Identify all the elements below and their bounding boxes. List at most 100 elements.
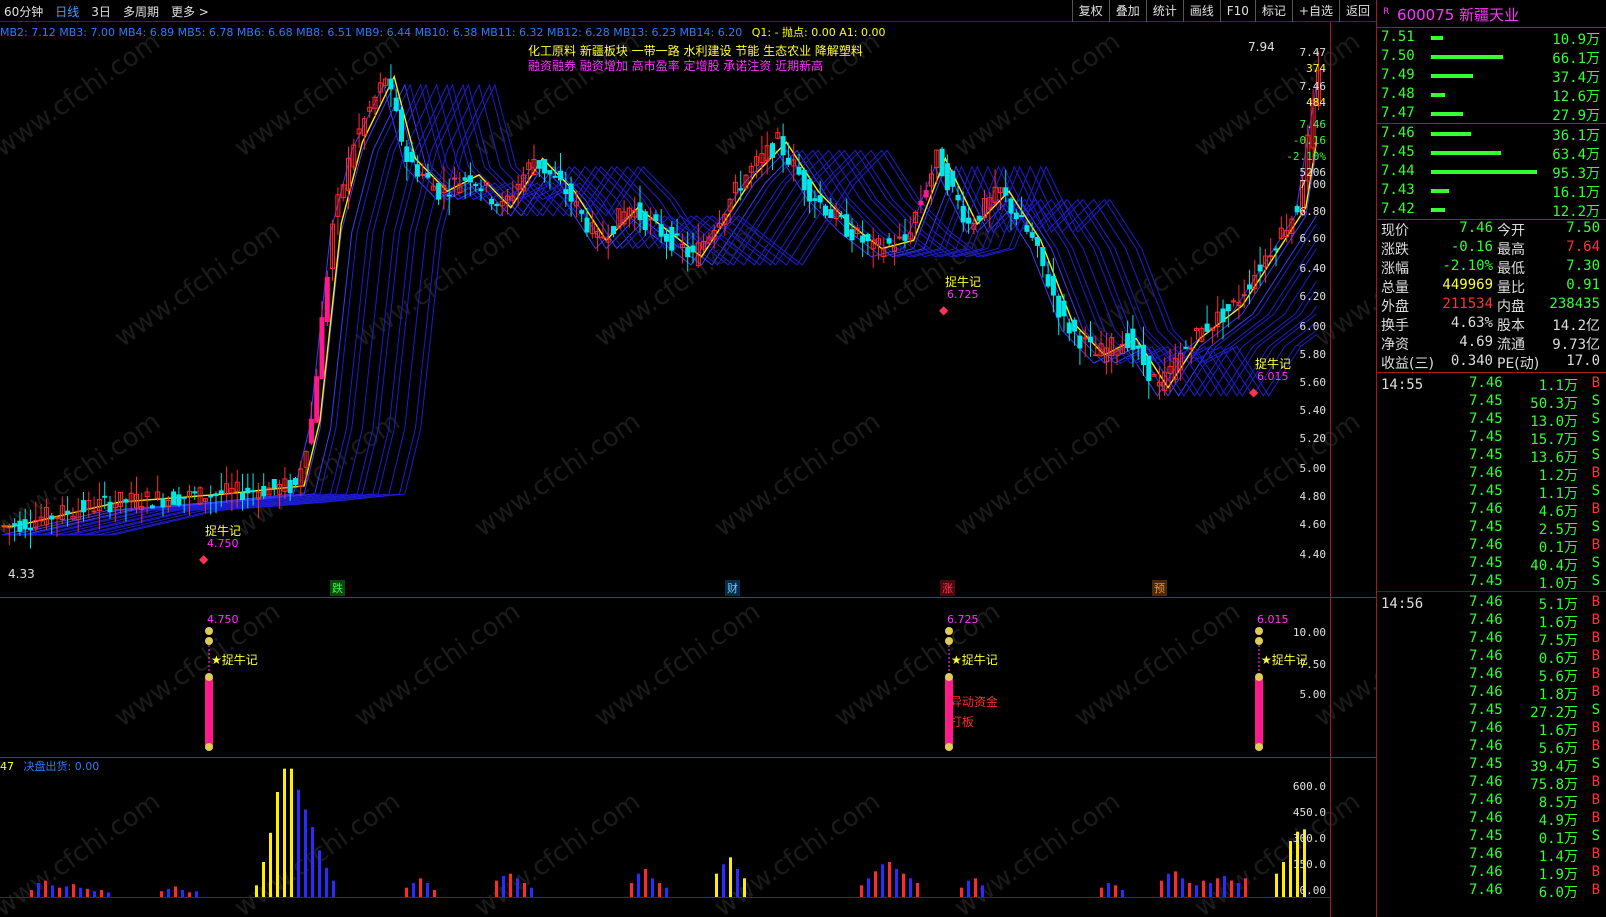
candle-body xyxy=(319,317,325,380)
price-axis-label: -2.10% xyxy=(1286,150,1326,163)
volume-bar xyxy=(297,789,300,897)
tab-1[interactable]: 日线 xyxy=(55,3,79,20)
tick-volume: 1.6万 xyxy=(1538,723,1578,739)
volume-bar xyxy=(509,873,512,897)
tick-volume: 1.4万 xyxy=(1538,849,1578,865)
quote-key: 涨幅 xyxy=(1381,261,1409,277)
candle-body xyxy=(542,159,548,174)
tool-button-1[interactable]: 叠加 xyxy=(1108,0,1146,22)
candle-body xyxy=(939,148,945,177)
candle-body xyxy=(1135,345,1141,349)
tick-row: 7.46 7.5万 B xyxy=(1377,630,1606,649)
volume-bar xyxy=(902,873,905,897)
quote-row: 收益(三) 0.340 PE(动) 17.0 xyxy=(1377,353,1606,372)
tick-volume: 1.0万 xyxy=(1538,576,1578,592)
sub-signal-extra: 打板 xyxy=(950,715,975,729)
candle-body xyxy=(261,486,267,497)
candle-body xyxy=(1061,300,1067,317)
signal-dot xyxy=(945,627,953,635)
tick-list-1455[interactable]: 14:55 7.46 1.1万 B 7.45 50.3万 S 7.45 13.0万 S 7.45 15… xyxy=(1377,375,1606,592)
signal-dot xyxy=(1255,743,1263,751)
tick-row: 7.45 15.7万 S xyxy=(1377,429,1606,448)
tick-direction: B xyxy=(1591,594,1600,610)
quote-key: 外盘 xyxy=(1381,299,1409,315)
bids-row[interactable]: 7.43 16.1万 xyxy=(1377,181,1606,201)
tick-volume: 5.1万 xyxy=(1538,597,1578,613)
asks-row[interactable]: 7.47 27.9万 xyxy=(1377,104,1606,124)
tab-3[interactable]: 多周期 xyxy=(123,3,159,20)
tick-list-1456[interactable]: 14:56 7.46 5.1万 B 7.46 1.6万 B 7.46 7.5万 B 7.46 0.6万… xyxy=(1377,594,1606,901)
event-marker[interactable]: 跌 xyxy=(330,580,345,596)
tab-2[interactable]: 3日 xyxy=(91,3,111,20)
tool-button-7[interactable]: 返回 xyxy=(1338,0,1376,22)
asks-row[interactable]: 7.50 66.1万 xyxy=(1377,47,1606,67)
ma-line xyxy=(2,83,1317,536)
ma-line xyxy=(2,83,1317,536)
volume-bar xyxy=(1174,871,1177,897)
tick-direction: B xyxy=(1591,612,1600,628)
bids-row[interactable]: 7.45 63.4万 xyxy=(1377,143,1606,163)
tool-button-3[interactable]: 画线 xyxy=(1182,0,1220,22)
candle-body xyxy=(812,198,818,201)
volume-bar xyxy=(895,869,898,897)
tick-direction: B xyxy=(1591,465,1600,481)
asks-row[interactable]: 7.48 12.6万 xyxy=(1377,85,1606,105)
tick-volume: 5.6万 xyxy=(1538,669,1578,685)
candle-body xyxy=(1268,255,1274,258)
tool-button-4[interactable]: F10 xyxy=(1219,0,1255,22)
asks-volume: 37.4万 xyxy=(1552,70,1600,86)
candle-body xyxy=(796,166,802,175)
volume-bar xyxy=(419,878,422,897)
sub-axis-label: 5.00 xyxy=(1299,688,1327,701)
price-axis-label: 374 xyxy=(1306,62,1326,75)
volume-chart[interactable] xyxy=(0,757,1330,917)
volume-bar xyxy=(37,883,40,897)
bids-row[interactable]: 7.44 95.3万 xyxy=(1377,162,1606,182)
candle-body xyxy=(478,188,484,192)
candle-body xyxy=(1077,335,1083,349)
tick-price: 7.46 xyxy=(1469,648,1503,664)
event-marker[interactable]: 预 xyxy=(1152,580,1167,596)
quote-value: -0.16 xyxy=(1450,239,1493,255)
volume-bar xyxy=(644,869,647,897)
bids-row[interactable]: 7.46 36.1万 xyxy=(1377,124,1606,144)
quote-row: 现价 7.46 今开 7.50 xyxy=(1377,220,1606,239)
candle-body xyxy=(536,160,542,169)
ma-line xyxy=(2,83,1317,536)
candlestick-chart[interactable] xyxy=(0,22,1330,597)
signal-indicator-chart[interactable] xyxy=(0,597,1330,757)
candle-body xyxy=(960,206,966,223)
volume-bar xyxy=(722,864,725,897)
tab-0[interactable]: 60分钟 xyxy=(4,3,43,20)
tick-direction: B xyxy=(1591,720,1600,736)
volume-bar xyxy=(79,887,82,897)
event-marker[interactable]: 财 xyxy=(725,580,740,596)
bids-volume: 36.1万 xyxy=(1552,128,1600,144)
tick-direction: S xyxy=(1591,447,1600,463)
tool-button-5[interactable]: 标记 xyxy=(1254,0,1292,22)
event-marker[interactable]: 涨 xyxy=(940,580,955,596)
volume-bar xyxy=(160,891,163,897)
asks-volume-bar xyxy=(1431,55,1503,59)
bids-row[interactable]: 7.42 12.2万 xyxy=(1377,200,1606,220)
tool-button-6[interactable]: +自选 xyxy=(1291,0,1339,22)
candle-body xyxy=(1008,198,1014,214)
candle-body xyxy=(1072,319,1078,332)
tick-row: 7.46 5.6万 B xyxy=(1377,666,1606,685)
tick-volume: 4.6万 xyxy=(1538,504,1578,520)
quote-value: 7.64 xyxy=(1566,239,1600,255)
volume-bar xyxy=(1100,887,1103,897)
sub-signal-extra: 异动资金 xyxy=(950,695,999,709)
tab-4[interactable]: 更多 > xyxy=(171,3,209,20)
tool-button-0[interactable]: 复权 xyxy=(1071,0,1109,22)
candle-body xyxy=(579,210,585,214)
volume-bar xyxy=(412,883,415,897)
asks-row[interactable]: 7.49 37.4万 xyxy=(1377,66,1606,86)
candle-body xyxy=(192,491,198,494)
volume-bar xyxy=(1230,880,1233,897)
candle-body xyxy=(171,491,177,505)
tool-button-2[interactable]: 统计 xyxy=(1145,0,1183,22)
asks-row[interactable]: 7.51 10.9万 xyxy=(1377,28,1606,48)
candle-body xyxy=(1056,295,1062,318)
sub-signal-label: ★捉牛记 xyxy=(211,653,258,667)
